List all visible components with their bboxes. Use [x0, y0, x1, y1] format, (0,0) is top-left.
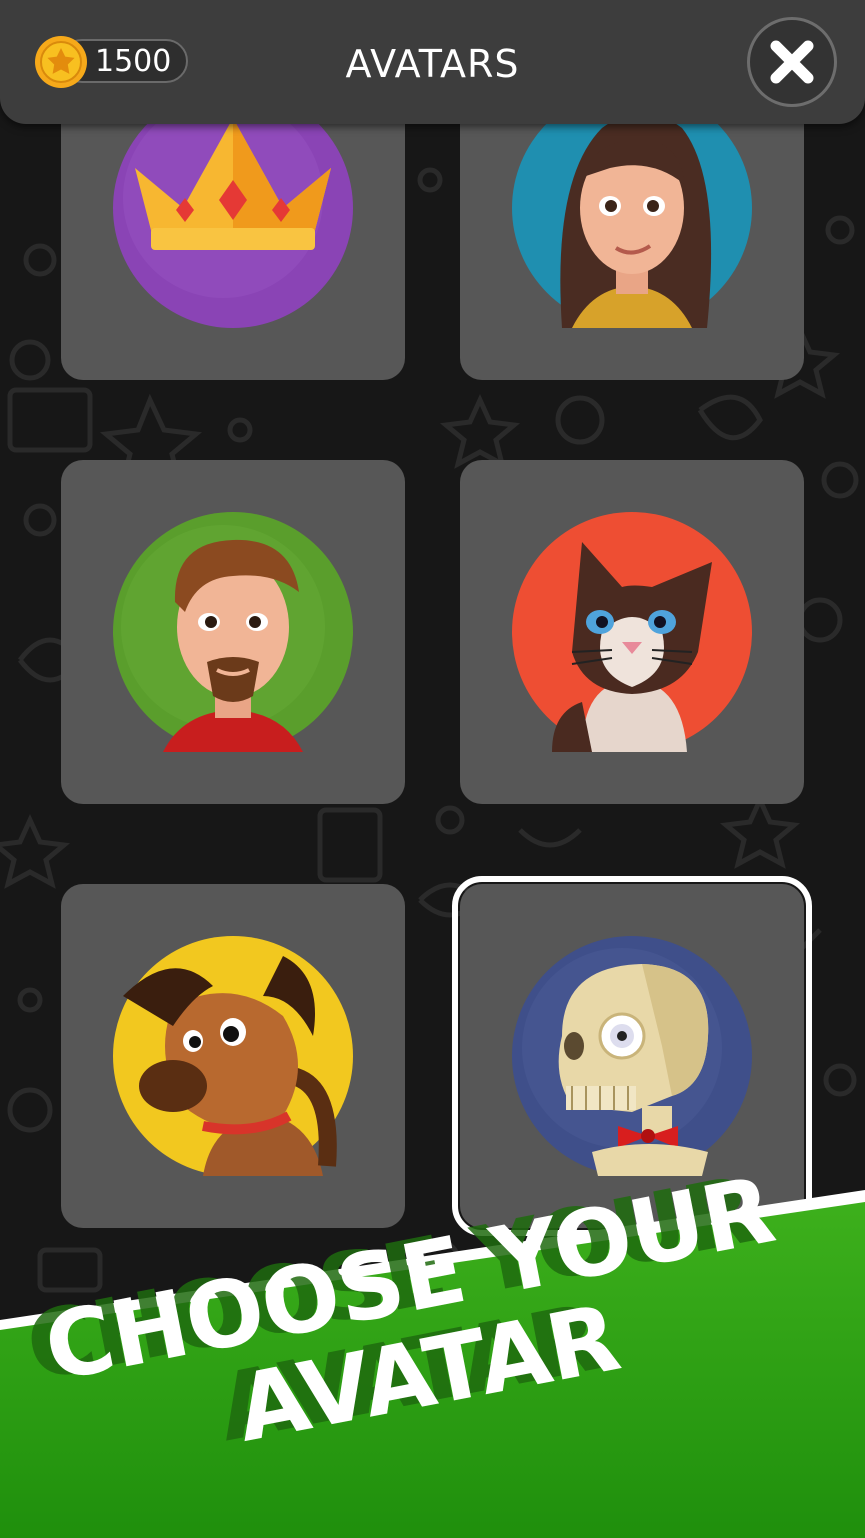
close-button[interactable] — [747, 17, 837, 107]
page-title: AVATARS — [345, 42, 520, 86]
avatar-card-dog[interactable] — [61, 884, 405, 1228]
crown-avatar-icon — [113, 88, 353, 328]
avatar-card-man[interactable] — [61, 460, 405, 804]
dog-avatar-icon — [113, 936, 353, 1176]
top-bar: 1500 AVATARS — [0, 0, 865, 124]
girl-avatar-icon — [512, 88, 752, 328]
man-avatar-icon — [113, 512, 353, 752]
cat-avatar-icon — [512, 512, 752, 752]
skeleton-avatar-icon — [512, 936, 752, 1176]
close-icon — [770, 40, 814, 84]
avatar-card-cat[interactable] — [460, 460, 804, 804]
